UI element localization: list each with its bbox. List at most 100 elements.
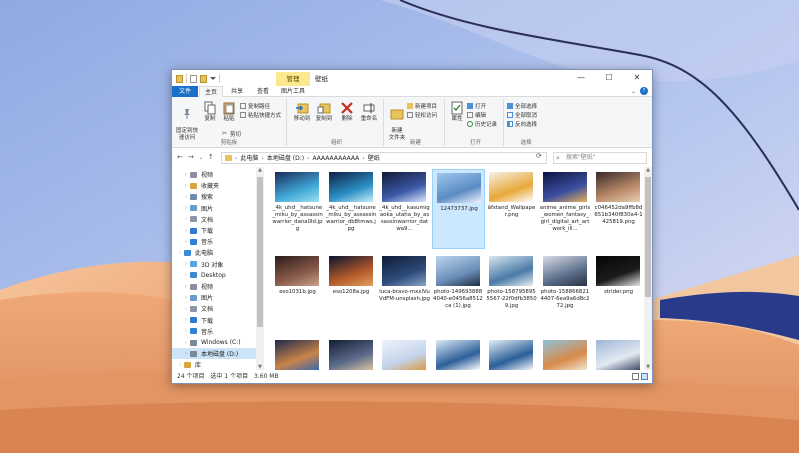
chevron-right-icon[interactable]: › <box>182 261 190 267</box>
nav-item[interactable]: › Windows (C:) <box>172 337 258 348</box>
refresh-icon[interactable]: ⟳ <box>536 152 542 160</box>
chevron-right-icon[interactable]: › <box>176 362 184 368</box>
file-item[interactable]: photo-1588668214407-6ea9a6d8c272.jpg <box>539 253 592 333</box>
copy-button[interactable]: 复制 <box>201 101 219 123</box>
breadcrumb[interactable]: › 此电脑 › 本地磁盘 (D:) › AAAAAAAAAAA › 壁纸 <box>221 152 547 164</box>
properties-icon[interactable] <box>190 74 197 83</box>
content-scrollbar[interactable]: ▲ ▼ <box>644 167 652 370</box>
file-item[interactable]: wallpaper_... <box>325 337 378 370</box>
nav-item[interactable]: › 文档 <box>172 303 258 314</box>
scroll-up-icon[interactable]: ▲ <box>644 167 652 173</box>
nav-item[interactable]: › 视频 <box>172 169 258 180</box>
cut-button[interactable]: ✂ 剪切 <box>222 130 241 139</box>
invert-selection-button[interactable]: 反向选择 <box>507 120 537 128</box>
file-item[interactable]: wallpaper_... <box>485 337 538 370</box>
file-item[interactable]: wallpaper_... <box>271 337 324 370</box>
file-item[interactable]: photo-1587958955567-22f0dfb38509.jpg <box>485 253 538 333</box>
breadcrumb-wallpaper[interactable]: 壁纸 <box>368 153 380 164</box>
chevron-right-icon[interactable]: › <box>182 272 190 278</box>
collapse-ribbon-icon[interactable]: ⌄ <box>631 88 636 95</box>
file-item[interactable]: _4k_uhd__kasumigaoka_utaha_by_assassinwa… <box>378 169 431 249</box>
easy-access-button[interactable]: 轻松访问 <box>407 111 437 119</box>
file-item[interactable]: eso1208a.jpg <box>325 253 378 333</box>
select-all-button[interactable]: 全部选择 <box>507 102 537 110</box>
chevron-right-icon[interactable]: › <box>182 172 190 178</box>
nav-item[interactable]: › 下载 <box>172 225 258 236</box>
properties-button[interactable]: 属性 <box>449 101 465 123</box>
file-item[interactable]: wallpaper_... <box>539 337 592 370</box>
details-view-icon[interactable] <box>632 373 639 380</box>
new-item-button[interactable]: 新建项目 <box>407 102 437 110</box>
help-icon[interactable]: ? <box>640 87 648 95</box>
chevron-right-icon[interactable]: › <box>182 205 190 211</box>
edit-button[interactable]: 编辑 <box>467 111 486 119</box>
scrollbar-thumb[interactable] <box>645 177 651 297</box>
file-item[interactable]: photo-1496938884040-e0456a8512ca (1).jpg <box>432 253 485 333</box>
chevron-right-icon[interactable]: › <box>182 284 190 290</box>
copy-to-button[interactable]: 复制到 <box>314 101 334 123</box>
history-button[interactable]: 历史记录 <box>467 120 497 128</box>
nav-item[interactable]: › 此电脑 <box>172 247 258 258</box>
chevron-right-icon[interactable]: › <box>182 216 190 222</box>
chevron-right-icon[interactable]: › <box>176 250 184 256</box>
search-input[interactable]: ⌕ 搜索"壁纸" <box>553 152 647 164</box>
file-item[interactable]: eso1031b.jpg <box>271 253 324 333</box>
nav-item[interactable]: › 库 <box>172 359 258 370</box>
file-item[interactable]: _4k_uhd__hatsune_miku_by_assassinwarrior… <box>325 169 378 249</box>
chevron-right-icon[interactable]: › <box>182 228 190 234</box>
scrollbar-thumb[interactable] <box>257 177 263 327</box>
file-item[interactable]: 12473737.jpg <box>431 169 485 249</box>
rename-button[interactable]: 重命名 <box>358 101 380 123</box>
nav-item[interactable]: › 3D 对象 <box>172 259 258 270</box>
chevron-right-icon[interactable]: › <box>182 306 190 312</box>
copy-path-button[interactable]: 复制路径 <box>240 102 270 110</box>
new-folder-button[interactable]: 新建 文件夹 <box>387 101 407 142</box>
breadcrumb-folder[interactable]: AAAAAAAAAAA <box>312 153 359 164</box>
large-icons-view-icon[interactable] <box>641 373 648 380</box>
context-tab-manage[interactable]: 管理 <box>276 72 310 86</box>
file-item[interactable]: luca-bravo-mxxlVuVdFM-unsplash.jpg <box>378 253 431 333</box>
nav-item[interactable]: › 图片 <box>172 292 258 303</box>
select-none-button[interactable]: 全部取消 <box>507 111 537 119</box>
nav-item[interactable]: › 图片 <box>172 203 258 214</box>
chevron-right-icon[interactable]: › <box>182 328 190 334</box>
tab-picture-tools[interactable]: 图片工具 <box>276 86 310 97</box>
chevron-right-icon[interactable]: › <box>182 194 190 200</box>
tab-home[interactable]: 主页 <box>199 86 223 97</box>
file-item[interactable]: c046452da9ffb8d651b340f830a4-1425819.png <box>592 169 642 249</box>
chevron-right-icon[interactable]: › <box>182 340 190 346</box>
file-item[interactable]: strider.png <box>592 253 642 333</box>
open-button[interactable]: 打开 <box>467 102 486 110</box>
paste-shortcut-button[interactable]: 粘贴快捷方式 <box>240 111 281 119</box>
nav-item[interactable]: › 下载 <box>172 315 258 326</box>
up-arrow-icon[interactable]: ↑ <box>208 153 214 161</box>
minimize-button[interactable]: — <box>567 70 595 85</box>
nav-item[interactable]: › 本地磁盘 (D:) <box>172 348 258 360</box>
chevron-right-icon[interactable]: › <box>182 239 190 245</box>
chevron-right-icon[interactable]: › <box>182 295 190 301</box>
delete-button[interactable]: 删除 <box>338 101 356 123</box>
file-item[interactable]: wallpaper_... <box>378 337 431 370</box>
nav-item[interactable]: › 音乐 <box>172 236 258 247</box>
file-item[interactable]: âfstand_Wallpaper.png <box>485 169 538 249</box>
tab-view[interactable]: 查看 <box>251 86 275 97</box>
scroll-up-icon[interactable]: ▲ <box>256 167 264 173</box>
breadcrumb-drive-d[interactable]: 本地磁盘 (D:) <box>267 153 304 164</box>
nav-item[interactable]: › 搜索 <box>172 191 258 202</box>
file-item[interactable]: Deskilla_Gol... <box>592 337 642 370</box>
chevron-right-icon[interactable]: › <box>182 317 190 323</box>
chevron-right-icon[interactable]: › <box>182 183 190 189</box>
tab-file[interactable]: 文件 <box>172 86 198 97</box>
file-item[interactable]: wallpaper_... <box>432 337 485 370</box>
paste-button[interactable]: 粘贴 <box>220 101 238 123</box>
recent-locations-chevron-icon[interactable]: ⌄ <box>199 155 203 161</box>
navigation-scrollbar[interactable]: ▲ ▼ <box>256 167 264 370</box>
nav-item[interactable]: › 文档 <box>172 214 258 225</box>
chevron-right-icon[interactable]: › <box>182 351 190 357</box>
pin-quick-access-button[interactable]: 固定到快 速访问 <box>174 101 200 142</box>
breadcrumb-this-pc[interactable]: 此电脑 <box>240 153 258 164</box>
tab-share[interactable]: 共享 <box>225 86 249 97</box>
file-item[interactable]: _4k_uhd__hatsune_miku_by_assassinwarrior… <box>271 169 324 249</box>
file-item[interactable]: anime_anime_girls_women_fantasy_girl_dig… <box>539 169 592 249</box>
maximize-button[interactable]: ☐ <box>595 70 623 85</box>
